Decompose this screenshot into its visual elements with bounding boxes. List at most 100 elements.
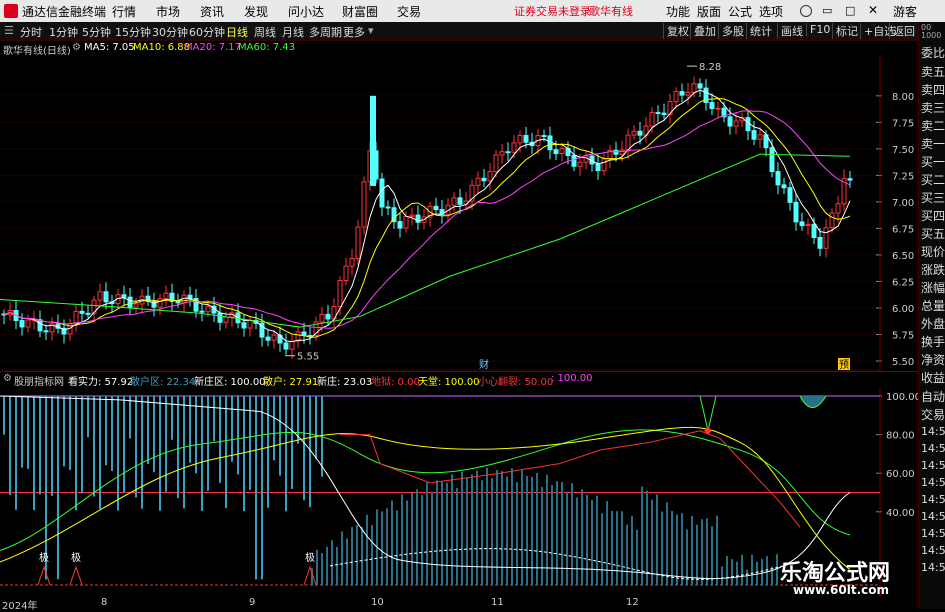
menu-markets[interactable]: 市场 (156, 3, 180, 20)
menu-ask[interactable]: 问小达 (288, 3, 324, 20)
login-status[interactable]: 证券交易未登录 (514, 3, 591, 19)
close-icon[interactable]: ✕ (868, 3, 878, 17)
panel-sell3[interactable]: 卖三 (921, 99, 945, 116)
panel-trade[interactable]: 交易 (921, 406, 945, 423)
price-axis-label: 5.50 (892, 357, 914, 368)
candle-body (289, 340, 295, 350)
period-multi[interactable]: 多周期 (309, 24, 342, 40)
forecast-tag: 预 (839, 359, 849, 371)
candle-body (37, 319, 43, 332)
ma5-label: MA5: 7.05 (84, 42, 135, 53)
menu-options[interactable]: 选项 (759, 3, 783, 20)
candle-body (265, 336, 271, 341)
panel-price[interactable]: 现价 (921, 243, 945, 260)
panel-change-pct[interactable]: 涨幅 (921, 279, 945, 296)
panel-earnings[interactable]: 收益 (921, 369, 945, 386)
settings-icon[interactable]: ⚙ (72, 42, 81, 53)
period-60min[interactable]: 60分钟 (189, 24, 225, 40)
ji-spike (69, 565, 83, 586)
indicator-settings-icon[interactable]: ⚙ (3, 373, 12, 384)
candle-body (571, 154, 577, 167)
finance-tag: 财 (479, 358, 489, 371)
panel-sell5[interactable]: 卖五 (921, 63, 945, 80)
panel-buy3[interactable]: 买三 (921, 189, 945, 206)
panel-net-assets[interactable]: 净资 (921, 351, 945, 368)
ji-spike (37, 565, 51, 586)
tool-fuquan[interactable]: 复权 (663, 23, 689, 39)
restore-icon[interactable]: □ (845, 4, 855, 17)
panel-volume[interactable]: 总量 (921, 297, 945, 314)
panel-time: 14:56 (921, 425, 945, 438)
tool-f10[interactable]: F10 (806, 23, 830, 36)
panel-buy4[interactable]: 买四 (921, 207, 945, 224)
period-15min[interactable]: 15分钟 (115, 24, 151, 40)
panel-outer[interactable]: 外盘 (921, 315, 945, 332)
menu-function[interactable]: 功能 (666, 3, 690, 20)
menu-wealth[interactable]: 财富圈 (342, 3, 378, 20)
candle-body (319, 313, 325, 323)
period-1min[interactable]: 1分钟 (49, 24, 78, 40)
price-chart[interactable]: 8.00 7.75 7.50 7.25 7.00 6.75 6.50 6.25 6.00 5.75… (0, 56, 918, 371)
minimize-icon[interactable]: ▭ (822, 4, 832, 17)
period-30min[interactable]: 30分钟 (152, 24, 188, 40)
candle-body (823, 227, 829, 249)
tool-mark[interactable]: 标记 (832, 23, 858, 39)
menu-news[interactable]: 资讯 (200, 3, 224, 20)
panel-sell2[interactable]: 卖二 (921, 117, 945, 134)
guest-label[interactable]: 游客 (893, 3, 917, 20)
period-monthly[interactable]: 月线 (282, 24, 304, 40)
panel-sell4[interactable]: 卖四 (921, 81, 945, 98)
collapse-icon[interactable]: ☰ (4, 24, 14, 37)
tool-back[interactable]: 返回 (889, 23, 915, 39)
period-toolbar: ☰ 分时 1分钟 5分钟 15分钟 30分钟 60分钟 日线 周线 月线 多周期… (0, 22, 945, 41)
panel-sell1[interactable]: 卖一 (921, 135, 945, 152)
candle-body (487, 171, 493, 182)
heaven-bump (799, 395, 827, 409)
candle-body (481, 177, 487, 182)
date-label: 12 (626, 597, 639, 608)
panel-weibi[interactable]: 委比 (921, 44, 945, 61)
menu-discover[interactable]: 发现 (244, 3, 268, 20)
period-5min[interactable]: 5分钟 (82, 24, 111, 40)
tool-draw[interactable]: 画线 (777, 23, 803, 39)
ind-axis-label: 80.00 (886, 431, 915, 442)
period-weekly[interactable]: 周线 (254, 24, 276, 40)
tool-stats[interactable]: 统计 (746, 23, 772, 39)
indicator-name[interactable]: 股朋指标网 (14, 373, 64, 388)
panel-change[interactable]: 涨跌 (921, 261, 945, 278)
candle-body (661, 112, 667, 116)
price-axis-label: 7.00 (892, 198, 914, 209)
tool-multistock[interactable]: 多股 (718, 23, 744, 39)
period-fenshi[interactable]: 分时 (20, 24, 42, 40)
menu-trade[interactable]: 交易 (397, 3, 421, 20)
panel-buy5[interactable]: 买五 (921, 225, 945, 242)
search-icon[interactable] (800, 5, 812, 17)
period-daily[interactable]: 日线 (226, 24, 248, 40)
tool-overlay[interactable]: 叠加 (690, 23, 716, 39)
panel-buy1[interactable]: 买一 (921, 153, 945, 170)
candle-body (271, 334, 277, 341)
candle-body (787, 187, 793, 203)
candle-body (619, 149, 625, 155)
panel-turnover[interactable]: 换手 (921, 333, 945, 350)
more-dropdown-icon[interactable]: ▾ (368, 24, 374, 37)
menu-layout[interactable]: 版面 (697, 3, 721, 20)
candle-body (835, 203, 841, 214)
candle-body (133, 303, 139, 308)
ind-field-retail: 散户: 27.91 (263, 377, 319, 388)
candle-body (583, 155, 589, 163)
price-axis-label: 6.75 (892, 224, 914, 235)
candle-body (829, 212, 835, 229)
period-more[interactable]: 更多 (343, 24, 365, 40)
red-line (340, 430, 801, 528)
yellow-line (0, 426, 851, 571)
candle-body (781, 184, 787, 189)
menu-market[interactable]: 行情 (112, 3, 136, 20)
candle-body (799, 221, 805, 227)
panel-buy2[interactable]: 买二 (921, 171, 945, 188)
watermark-url: www.60lt.com (793, 583, 890, 597)
menu-formula[interactable]: 公式 (728, 3, 752, 20)
candle-body (715, 107, 721, 110)
panel-auto[interactable]: 自动 (921, 388, 945, 405)
date-label: 9 (249, 597, 256, 608)
